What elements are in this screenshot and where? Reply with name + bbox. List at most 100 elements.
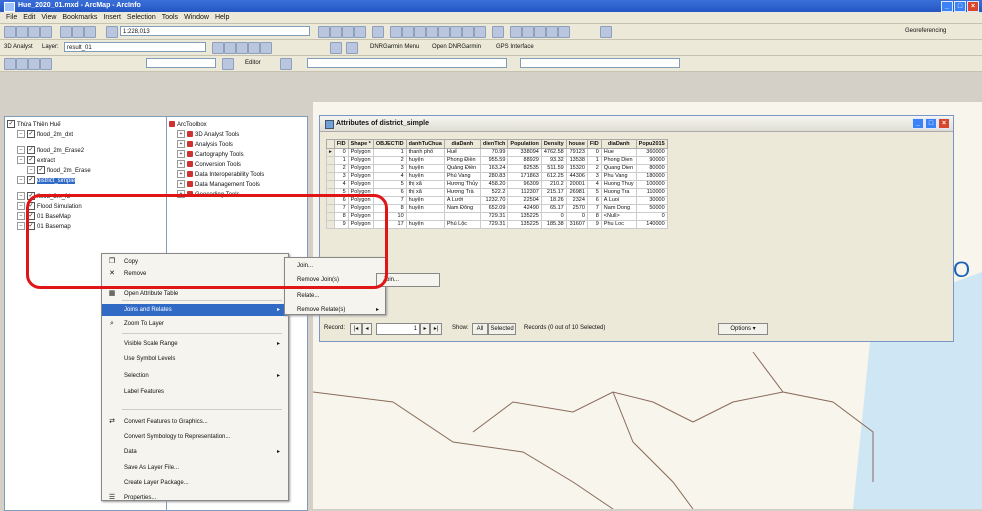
table-row[interactable]: 4 Polygon 5 thị xã Hương Thủy 458.20 96309 210.…: [326, 180, 668, 189]
table-cell[interactable]: 20001: [565, 180, 588, 189]
tool-d-icon[interactable]: [40, 58, 52, 70]
toolbox-item[interactable]: +3D Analyst Tools: [169, 130, 305, 140]
tool-b-icon[interactable]: [16, 58, 28, 70]
draw-combo[interactable]: [146, 58, 216, 68]
table-cell[interactable]: 522.2: [479, 188, 509, 197]
table-cell[interactable]: huyện: [405, 220, 445, 229]
expand-icon[interactable]: −: [17, 212, 25, 221]
submenu-item[interactable]: Remove Relate(s) ▸: [285, 304, 385, 316]
table-cell[interactable]: 13538: [565, 156, 588, 165]
context-menu-item[interactable]: Create Layer Package...: [102, 477, 288, 489]
tool-c-icon[interactable]: [28, 58, 40, 70]
table-cell[interactable]: 2: [333, 164, 349, 173]
table-cell[interactable]: 3: [333, 172, 349, 181]
column-header[interactable]: FID: [333, 139, 349, 149]
column-header[interactable]: FID: [586, 139, 602, 149]
table-cell[interactable]: Nam Đông: [443, 204, 481, 213]
context-menu-item[interactable]: ⌕ Zoom To Layer: [102, 318, 288, 330]
table-cell[interactable]: 82535: [507, 164, 542, 173]
table-cell[interactable]: Polygon: [347, 148, 374, 157]
table-cell[interactable]: Phu Vang: [600, 172, 637, 181]
command-line-icon[interactable]: [342, 26, 354, 38]
table-cell[interactable]: Polygon: [347, 172, 374, 181]
table-cell[interactable]: 360000: [635, 148, 668, 157]
prev-record-button[interactable]: ◂: [362, 323, 372, 335]
toc-item[interactable]: − ✓ flood_2m_Erase: [7, 166, 165, 176]
expand-icon[interactable]: −: [17, 202, 25, 211]
context-menu-item[interactable]: Selection ▸: [102, 370, 288, 382]
context-menu-item[interactable]: Joins and Relates ▸: [102, 304, 288, 316]
context-menu-item[interactable]: Visible Scale Range ▸: [102, 338, 288, 350]
table-cell[interactable]: 4: [333, 180, 349, 189]
checkbox-icon[interactable]: ✓: [7, 120, 15, 129]
table-cell[interactable]: [405, 212, 445, 221]
table-cell[interactable]: thị xã: [405, 180, 445, 189]
table-cell[interactable]: 26981: [565, 188, 588, 197]
table-cell[interactable]: thanh phố: [405, 148, 445, 157]
row-selector[interactable]: [326, 156, 335, 165]
identify-icon[interactable]: [522, 26, 534, 38]
menu-view[interactable]: View: [41, 14, 56, 21]
record-number-field[interactable]: 1: [376, 323, 420, 335]
globe-icon[interactable]: [330, 42, 342, 54]
table-cell[interactable]: 5: [586, 188, 602, 197]
table-cell[interactable]: 0: [333, 148, 349, 157]
menu-tools[interactable]: Tools: [162, 14, 178, 21]
checkbox-icon[interactable]: ✓: [27, 146, 35, 155]
table-cell[interactable]: [443, 212, 481, 221]
toolbox-item[interactable]: + Conversion Tools: [169, 160, 305, 170]
expand-icon[interactable]: +: [177, 160, 185, 169]
table-cell[interactable]: 6: [586, 196, 602, 205]
table-cell[interactable]: Phú Vang: [443, 172, 481, 181]
table-close-button[interactable]: ×: [938, 118, 950, 129]
3d-tool-5-icon[interactable]: [260, 42, 272, 54]
table-cell[interactable]: 100000: [635, 180, 668, 189]
table-cell[interactable]: 9: [586, 220, 602, 229]
menu-file[interactable]: File: [6, 14, 17, 21]
table-cell[interactable]: 96309: [507, 180, 542, 189]
zoom-out-icon[interactable]: [402, 26, 414, 38]
table-cell[interactable]: 140000: [635, 220, 668, 229]
task-combo[interactable]: [307, 58, 507, 68]
table-cell[interactable]: Polygon: [347, 180, 374, 189]
table-cell[interactable]: 955.59: [479, 156, 509, 165]
table-cell[interactable]: huyện: [405, 156, 445, 165]
open-icon[interactable]: [16, 26, 28, 38]
table-cell[interactable]: Quang Dien: [600, 164, 637, 173]
save-icon[interactable]: [28, 26, 40, 38]
sketch-tool-icon[interactable]: [280, 58, 292, 70]
print-icon[interactable]: [40, 26, 52, 38]
table-cell[interactable]: huyện: [405, 172, 445, 181]
menu-help[interactable]: Help: [215, 14, 229, 21]
table-cell[interactable]: huyện: [405, 204, 445, 213]
find-icon[interactable]: [534, 26, 546, 38]
table-row[interactable]: 3 Polygon 4 huyện Phú Vang 280.83 171863 612.25…: [326, 172, 668, 181]
options-button[interactable]: Options ▾: [718, 323, 768, 335]
table-cell[interactable]: Nam Dong: [600, 204, 637, 213]
table-cell[interactable]: 458.20: [479, 180, 509, 189]
layer-combo[interactable]: result_01: [64, 42, 206, 52]
table-row[interactable]: ▸ 0 Polygon 1 thanh phố Huế 70.99 338094 4762.58…: [326, 148, 668, 157]
table-cell[interactable]: 4: [372, 172, 407, 181]
open-dnr-garmin[interactable]: Open DNRGarmin: [432, 42, 481, 53]
table-cell[interactable]: 0: [586, 148, 602, 157]
table-cell[interactable]: 110000: [635, 188, 668, 197]
table-cell[interactable]: 4: [586, 180, 602, 189]
georeferencing-label[interactable]: Georeferencing: [905, 26, 946, 37]
table-cell[interactable]: 7: [586, 204, 602, 213]
table-cell[interactable]: 2570: [565, 204, 588, 213]
zoom-in-icon[interactable]: [390, 26, 402, 38]
hyperlink-icon[interactable]: [558, 26, 570, 38]
table-cell[interactable]: 1: [372, 148, 407, 157]
table-cell[interactable]: 30000: [635, 196, 668, 205]
table-cell[interactable]: 338094: [507, 148, 542, 157]
attribute-table-window[interactable]: Attributes of district_simple _ □ × FID S…: [319, 115, 954, 342]
table-cell[interactable]: A Luoi: [600, 196, 637, 205]
3d-analyst-menu[interactable]: 3D Analyst: [4, 42, 33, 53]
show-selected-button[interactable]: Selected: [488, 323, 516, 335]
toc-item[interactable]: − ✓ extract: [7, 156, 165, 166]
row-selector[interactable]: ▸: [326, 148, 335, 157]
expand-icon[interactable]: −: [17, 146, 25, 155]
table-cell[interactable]: Phong Điền: [443, 156, 481, 165]
table-cell[interactable]: Hue: [600, 148, 637, 157]
